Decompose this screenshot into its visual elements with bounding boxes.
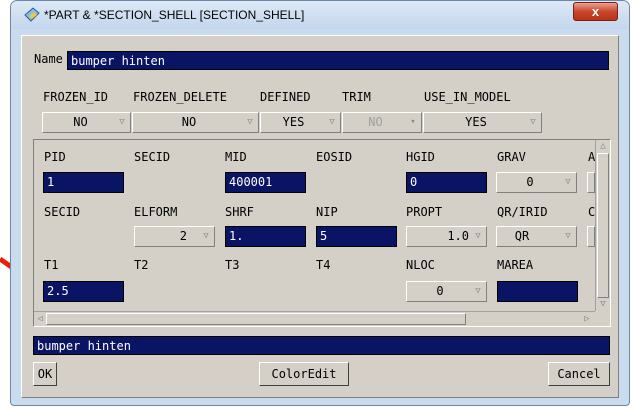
secid-label: SECID [134, 150, 171, 164]
pid-field[interactable]: 1 [43, 172, 124, 193]
defined-value: YES [282, 115, 305, 129]
name-label: Name [34, 52, 63, 66]
close-button[interactable]: x [573, 2, 618, 21]
status-field: bumper hinten [33, 336, 610, 355]
horizontal-scrollbar[interactable]: ◁ ▷ [34, 311, 595, 326]
eosid-label: EOSID [316, 150, 353, 164]
chevron-down-icon: ▽ [565, 177, 571, 187]
cancel-button[interactable]: Cancel [548, 362, 610, 386]
defined-label: DEFINED [260, 90, 311, 104]
trim-label: TRIM [342, 90, 371, 104]
coloredit-button[interactable]: ColorEdit [259, 362, 349, 386]
grav-value: 0 [526, 175, 534, 189]
chevron-down-icon: ▽ [247, 117, 253, 127]
scroll-left-icon[interactable]: ◁ [34, 313, 46, 325]
shrf-field[interactable]: 1. [225, 226, 306, 247]
chevron-down-icon: ▽ [530, 117, 536, 127]
frozen-delete-label: FROZEN_DELETE [133, 90, 227, 104]
use-in-model-dropdown[interactable]: YES ▽ [423, 112, 542, 133]
propt-value: 1.0 [447, 229, 469, 243]
t4-label: T4 [316, 258, 331, 272]
propt-dropdown[interactable]: 1.0 ▽ [406, 226, 487, 247]
marea-field[interactable] [497, 281, 578, 302]
chevron-down-icon: ▽ [203, 231, 209, 241]
nip-label: NIP [316, 205, 338, 219]
chevron-down-icon: ▽ [475, 231, 481, 241]
grav-label: GRAV [497, 150, 526, 164]
chevron-down-icon: ▽ [475, 286, 481, 296]
app-icon [24, 7, 40, 22]
t1-field[interactable]: 2.5 [43, 281, 124, 302]
secid-label-2: SECID [44, 205, 81, 219]
elform-dropdown[interactable]: 2 ▽ [134, 226, 215, 247]
qr-irid-label: QR/IRID [497, 205, 548, 219]
hgid-label: HGID [406, 150, 435, 164]
shrf-label: SHRF [225, 205, 254, 219]
icomp-dropdown[interactable] [587, 226, 595, 247]
adpopt-dropdown[interactable] [587, 172, 595, 193]
qr-irid-dropdown[interactable]: QR ▽ [496, 226, 577, 247]
elform-value: 2 [179, 229, 187, 243]
t3-label: T3 [225, 258, 240, 272]
t2-label: T2 [134, 258, 149, 272]
t1-label: T1 [44, 258, 59, 272]
nloc-label: NLOC [406, 258, 435, 272]
scroll-up-icon[interactable]: △ [597, 140, 609, 152]
propt-label: PROPT [406, 205, 443, 219]
pid-label: PID [44, 150, 66, 164]
frozen-delete-value: NO [181, 115, 197, 129]
mid-field[interactable]: 400001 [225, 172, 306, 193]
defined-dropdown[interactable]: YES ▽ [260, 112, 341, 133]
frozen-id-value: NO [73, 115, 88, 129]
frozen-id-dropdown[interactable]: NO ▽ [42, 112, 131, 133]
ok-button[interactable]: OK [33, 362, 57, 386]
chevron-down-icon: ▽ [565, 231, 571, 241]
nloc-dropdown[interactable]: 0 ▽ [406, 281, 487, 302]
scroll-down-icon[interactable]: ▽ [597, 298, 609, 310]
window-title: *PART & *SECTION_SHELL [SECTION_SHELL] [44, 8, 305, 22]
horizontal-scroll-thumb[interactable] [46, 313, 466, 325]
scroll-right-icon[interactable]: ▷ [581, 313, 593, 325]
vertical-scrollbar[interactable]: △ ▽ [595, 140, 609, 311]
qr-irid-value: QR [514, 229, 530, 243]
elform-label: ELFORM [134, 205, 178, 219]
marea-label: MAREA [497, 258, 534, 272]
chevron-down-icon: ▾ [410, 117, 416, 127]
frozen-id-label: FROZEN_ID [43, 90, 109, 104]
frozen-delete-dropdown[interactable]: NO ▽ [132, 112, 259, 133]
chevron-down-icon: ▽ [119, 117, 125, 127]
use-in-model-value: YES [465, 115, 487, 129]
mid-label: MID [225, 150, 247, 164]
vertical-scroll-thumb[interactable] [597, 153, 609, 298]
nloc-value: 0 [436, 284, 444, 298]
grav-dropdown[interactable]: 0 ▽ [496, 172, 577, 193]
use-in-model-label: USE_IN_MODEL [424, 90, 511, 104]
chevron-down-icon: ▽ [329, 117, 335, 127]
trim-value: NO [368, 115, 383, 129]
scroll-corner [595, 311, 610, 326]
nip-field[interactable]: 5 [316, 226, 397, 247]
hgid-field[interactable]: 0 [406, 172, 487, 193]
name-field[interactable]: bumper hinten [67, 51, 609, 70]
trim-dropdown: NO ▾ [342, 112, 422, 133]
